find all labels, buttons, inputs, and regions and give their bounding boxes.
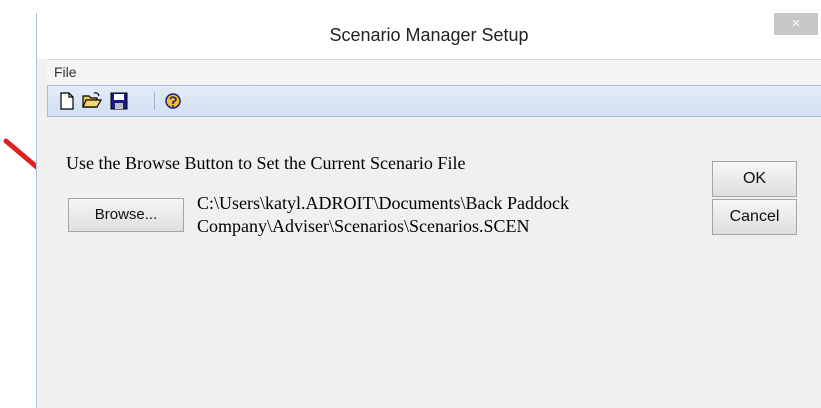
menu-file[interactable]: File [54,64,77,80]
help-icon[interactable] [164,92,182,110]
toolbar [47,85,821,117]
cancel-button[interactable]: Cancel [712,199,797,235]
new-file-icon[interactable] [58,92,76,110]
page: Scenario Manager Setup × File Use the Br… [0,0,821,408]
menu-bar: File [47,59,821,84]
open-folder-icon[interactable] [82,92,102,110]
ok-button[interactable]: OK [712,161,797,197]
path-line-1: C:\Users\katyl.ADROIT\Documents\Back Pad… [197,193,569,213]
path-line-2: Company\Adviser\Scenarios\Scenarios.SCEN [197,216,530,236]
close-button[interactable]: × [774,13,818,35]
scenario-file-path: C:\Users\katyl.ADROIT\Documents\Back Pad… [197,192,677,238]
title-bar: Scenario Manager Setup × [37,13,821,59]
instruction-text: Use the Browse Button to Set the Current… [66,153,466,173]
browse-button[interactable]: Browse... [68,198,184,232]
toolbar-separator [154,92,155,110]
save-icon[interactable] [110,92,128,110]
window-title: Scenario Manager Setup [329,25,529,45]
